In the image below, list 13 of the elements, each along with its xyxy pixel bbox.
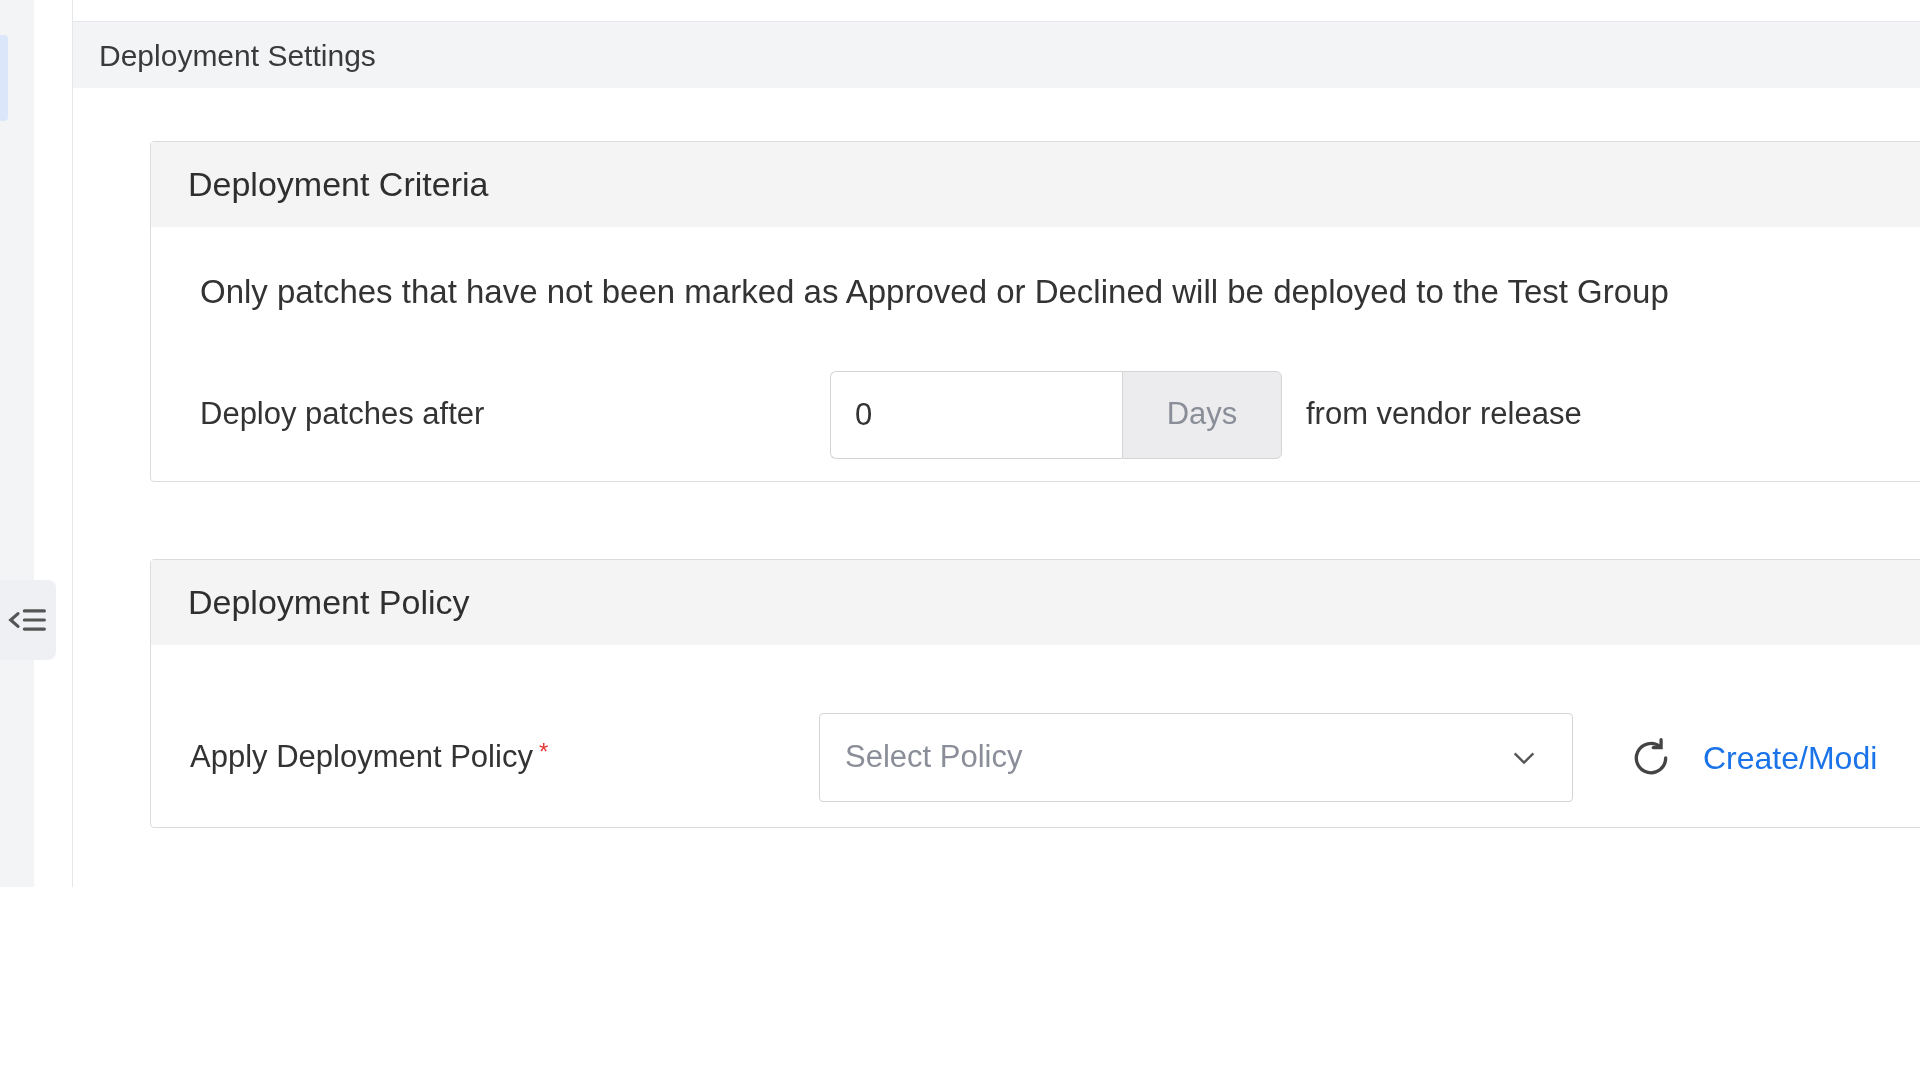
card-title: Deployment Criteria bbox=[188, 164, 489, 205]
criteria-note: Only patches that have not been marked as Approved or Declined will be deployed to the Test Group bbox=[200, 273, 1669, 310]
required-mark: * bbox=[538, 737, 549, 768]
field-suffix: from vendor release bbox=[1306, 395, 1582, 434]
section-title: Deployment Settings bbox=[99, 37, 376, 74]
create-modify-link[interactable]: Create/Modi bbox=[1703, 733, 1878, 782]
policy-select[interactable]: Select Policy bbox=[819, 713, 1573, 802]
field-label: Deploy patches after bbox=[200, 395, 486, 434]
field-label: Apply Deployment Policy bbox=[190, 738, 533, 777]
card-title: Deployment Policy bbox=[188, 582, 470, 623]
collapse-menu-button[interactable] bbox=[0, 580, 56, 660]
unit-addon: Days bbox=[1122, 370, 1282, 459]
days-input[interactable]: 0 bbox=[830, 370, 1122, 459]
